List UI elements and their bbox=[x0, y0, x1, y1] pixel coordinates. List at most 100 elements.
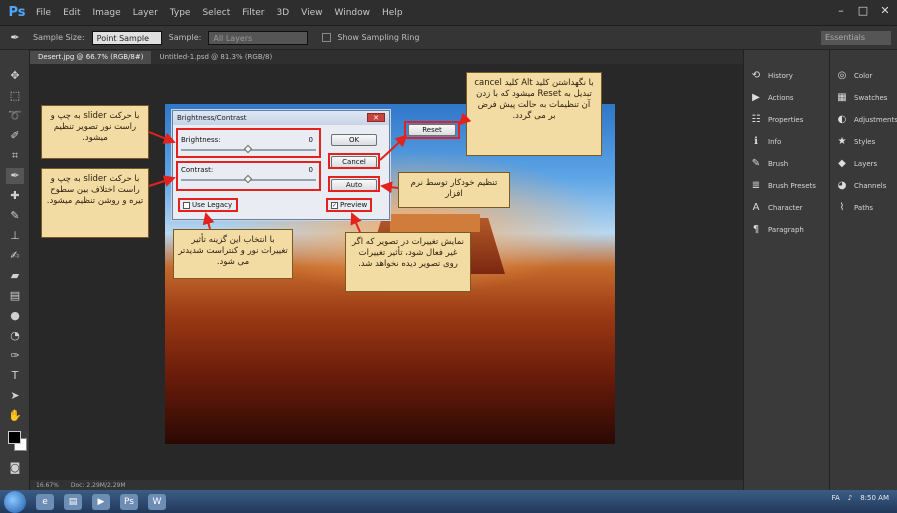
brush-icon: ✎ bbox=[751, 158, 761, 169]
panel-properties[interactable]: ☷ Properties bbox=[750, 114, 804, 126]
styles-icon: ★ bbox=[837, 136, 847, 147]
show-ring-checkbox[interactable] bbox=[322, 33, 332, 42]
brush-tool-icon[interactable]: ✎ bbox=[6, 208, 24, 224]
menu-layer[interactable]: Layer bbox=[127, 8, 164, 18]
close-button[interactable]: ✕ bbox=[877, 3, 893, 19]
history-brush-tool-icon[interactable]: ✍ bbox=[6, 248, 24, 264]
panel-styles[interactable]: ★ Styles bbox=[836, 136, 876, 148]
lasso-tool-icon[interactable]: ➰ bbox=[6, 108, 24, 124]
dodge-tool-icon[interactable]: ◔ bbox=[6, 328, 24, 344]
panel-actions[interactable]: ▶ Actions bbox=[750, 92, 793, 104]
panel-paths[interactable]: ⌇ Paths bbox=[836, 202, 873, 214]
actions-icon: ▶ bbox=[752, 92, 760, 103]
healing-tool-icon[interactable]: ✚ bbox=[6, 188, 24, 204]
menu-help[interactable]: Help bbox=[376, 8, 409, 18]
panel-history[interactable]: ⟲ History bbox=[750, 70, 793, 82]
panel-channels[interactable]: ◕ Channels bbox=[836, 180, 887, 192]
auto-highlight bbox=[328, 176, 380, 192]
panel-label: Channels bbox=[854, 182, 887, 190]
blur-tool-icon[interactable]: ● bbox=[6, 308, 24, 324]
menu-image[interactable]: Image bbox=[87, 8, 127, 18]
contrast-highlight bbox=[176, 161, 321, 191]
foreground-color-swatch[interactable] bbox=[8, 431, 21, 444]
callout-reset: با نگهداشتن کلید Alt کلید cancel تبدیل ب… bbox=[466, 72, 602, 156]
eraser-tool-icon[interactable]: ▰ bbox=[6, 268, 24, 284]
ok-button[interactable]: OK bbox=[331, 134, 377, 146]
quick-mask-icon[interactable]: ◙ bbox=[6, 460, 24, 476]
brightness-highlight bbox=[176, 128, 321, 158]
panel-label: Brush Presets bbox=[768, 182, 816, 190]
clock[interactable]: 8:50 AM bbox=[860, 494, 889, 502]
panel-label: Layers bbox=[854, 160, 878, 168]
callout-auto: تنظیم خودکار توسط نرم افزار bbox=[398, 172, 510, 208]
maximize-button[interactable]: □ bbox=[855, 3, 871, 19]
hand-tool-icon[interactable]: ✋ bbox=[6, 408, 24, 424]
paths-icon: ⌇ bbox=[839, 202, 845, 213]
path-select-tool-icon[interactable]: ➤ bbox=[6, 388, 24, 404]
eyedropper-icon[interactable]: ✒ bbox=[0, 31, 30, 44]
status-bar: 16.67% Doc: 2.29M/2.29M bbox=[30, 480, 743, 490]
marquee-tool-icon[interactable]: ⬚ bbox=[6, 88, 24, 104]
tab-untitled[interactable]: Untitled-1.psd @ 81.3% (RGB/8) bbox=[151, 51, 280, 64]
photoshop-task-icon[interactable]: Ps bbox=[120, 493, 138, 510]
system-tray: FA ♪ 8:50 AM bbox=[832, 494, 889, 502]
paragraph-icon: ¶ bbox=[752, 224, 760, 235]
info-icon: ℹ bbox=[754, 136, 758, 147]
clone-stamp-tool-icon[interactable]: ⊥ bbox=[6, 228, 24, 244]
panel-character[interactable]: A Character bbox=[750, 202, 803, 214]
gradient-tool-icon[interactable]: ▤ bbox=[6, 288, 24, 304]
start-button[interactable] bbox=[4, 490, 26, 513]
history-icon: ⟲ bbox=[751, 70, 761, 81]
panel-label: Paragraph bbox=[768, 226, 804, 234]
word-task-icon[interactable]: W bbox=[148, 493, 166, 510]
panel-swatches[interactable]: ▦ Swatches bbox=[836, 92, 887, 104]
panel-paragraph[interactable]: ¶ Paragraph bbox=[750, 224, 804, 236]
menu-type[interactable]: Type bbox=[164, 8, 197, 18]
panel-label: Properties bbox=[768, 116, 804, 124]
crop-tool-icon[interactable]: ⌗ bbox=[6, 148, 24, 164]
panel-info[interactable]: ℹ Info bbox=[750, 136, 781, 148]
panel-label: Paths bbox=[854, 204, 874, 212]
menu-filter[interactable]: Filter bbox=[236, 8, 270, 18]
explorer-icon[interactable]: ▤ bbox=[64, 493, 82, 510]
callout-brightness: با حرکت slider به چپ و راست نور تصویر تن… bbox=[41, 105, 149, 159]
menu-file[interactable]: File bbox=[30, 8, 57, 18]
callout-contrast: با حرکت slider به چپ و راست اختلاف بین س… bbox=[41, 168, 149, 238]
swatches-icon: ▦ bbox=[837, 92, 847, 103]
properties-icon: ☷ bbox=[751, 114, 761, 125]
menu-edit[interactable]: Edit bbox=[57, 8, 86, 18]
menu-window[interactable]: Window bbox=[329, 8, 377, 18]
tab-desert[interactable]: Desert.jpg @ 66.7% (RGB/8#) bbox=[30, 51, 152, 64]
volume-icon[interactable]: ♪ bbox=[848, 494, 852, 502]
sample-select[interactable]: All Layers bbox=[208, 30, 309, 45]
quick-select-tool-icon[interactable]: ✐ bbox=[6, 128, 24, 144]
photoshop-window: Ps File Edit Image Layer Type Select Filter 3D V… bbox=[0, 0, 897, 513]
sample-size-select[interactable]: Point Sample bbox=[91, 30, 162, 45]
butte-top-shape bbox=[390, 214, 480, 232]
eyedropper-tool-icon[interactable]: ✒ bbox=[6, 168, 24, 184]
panel-brush[interactable]: ✎ Brush bbox=[750, 158, 788, 170]
panel-layers[interactable]: ◆ Layers bbox=[836, 158, 877, 170]
menu-3d[interactable]: 3D bbox=[271, 8, 296, 18]
panel-color[interactable]: ◎ Color bbox=[836, 70, 873, 82]
move-tool-icon[interactable]: ✥ bbox=[6, 68, 24, 84]
media-player-icon[interactable]: ▶ bbox=[92, 493, 110, 510]
type-tool-icon[interactable]: T bbox=[6, 368, 24, 384]
minimize-button[interactable]: – bbox=[833, 3, 849, 19]
workspace-select[interactable]: Essentials bbox=[821, 31, 891, 45]
layers-icon: ◆ bbox=[838, 158, 846, 169]
panel-brush-presets[interactable]: ≣ Brush Presets bbox=[750, 180, 816, 192]
callout-preview: نمایش تغییرات در تصویر که اگر غیر فعال ش… bbox=[345, 232, 471, 292]
pen-tool-icon[interactable]: ✑ bbox=[6, 348, 24, 364]
ie-icon[interactable]: e bbox=[36, 493, 54, 510]
menu-bar: Ps File Edit Image Layer Type Select Filter 3D V… bbox=[0, 0, 897, 26]
menu-view[interactable]: View bbox=[295, 8, 328, 18]
tools-panel: ✥ ⬚ ➰ ✐ ⌗ ✒ ✚ ✎ ⊥ ✍ ▰ ▤ ● ◔ ✑ T ➤ ✋ ◙ bbox=[0, 50, 30, 490]
callout-legacy: با انتخاب این گزینه تأثیر تغییرات نور و … bbox=[173, 229, 293, 279]
language-indicator[interactable]: FA bbox=[832, 494, 840, 502]
menu-select[interactable]: Select bbox=[196, 8, 236, 18]
window-controls: – □ ✕ bbox=[833, 3, 893, 19]
dialog-close-button[interactable]: ✕ bbox=[367, 113, 385, 122]
panel-label: Adjustments bbox=[854, 116, 897, 124]
panel-adjustments[interactable]: ◐ Adjustments bbox=[836, 114, 897, 126]
